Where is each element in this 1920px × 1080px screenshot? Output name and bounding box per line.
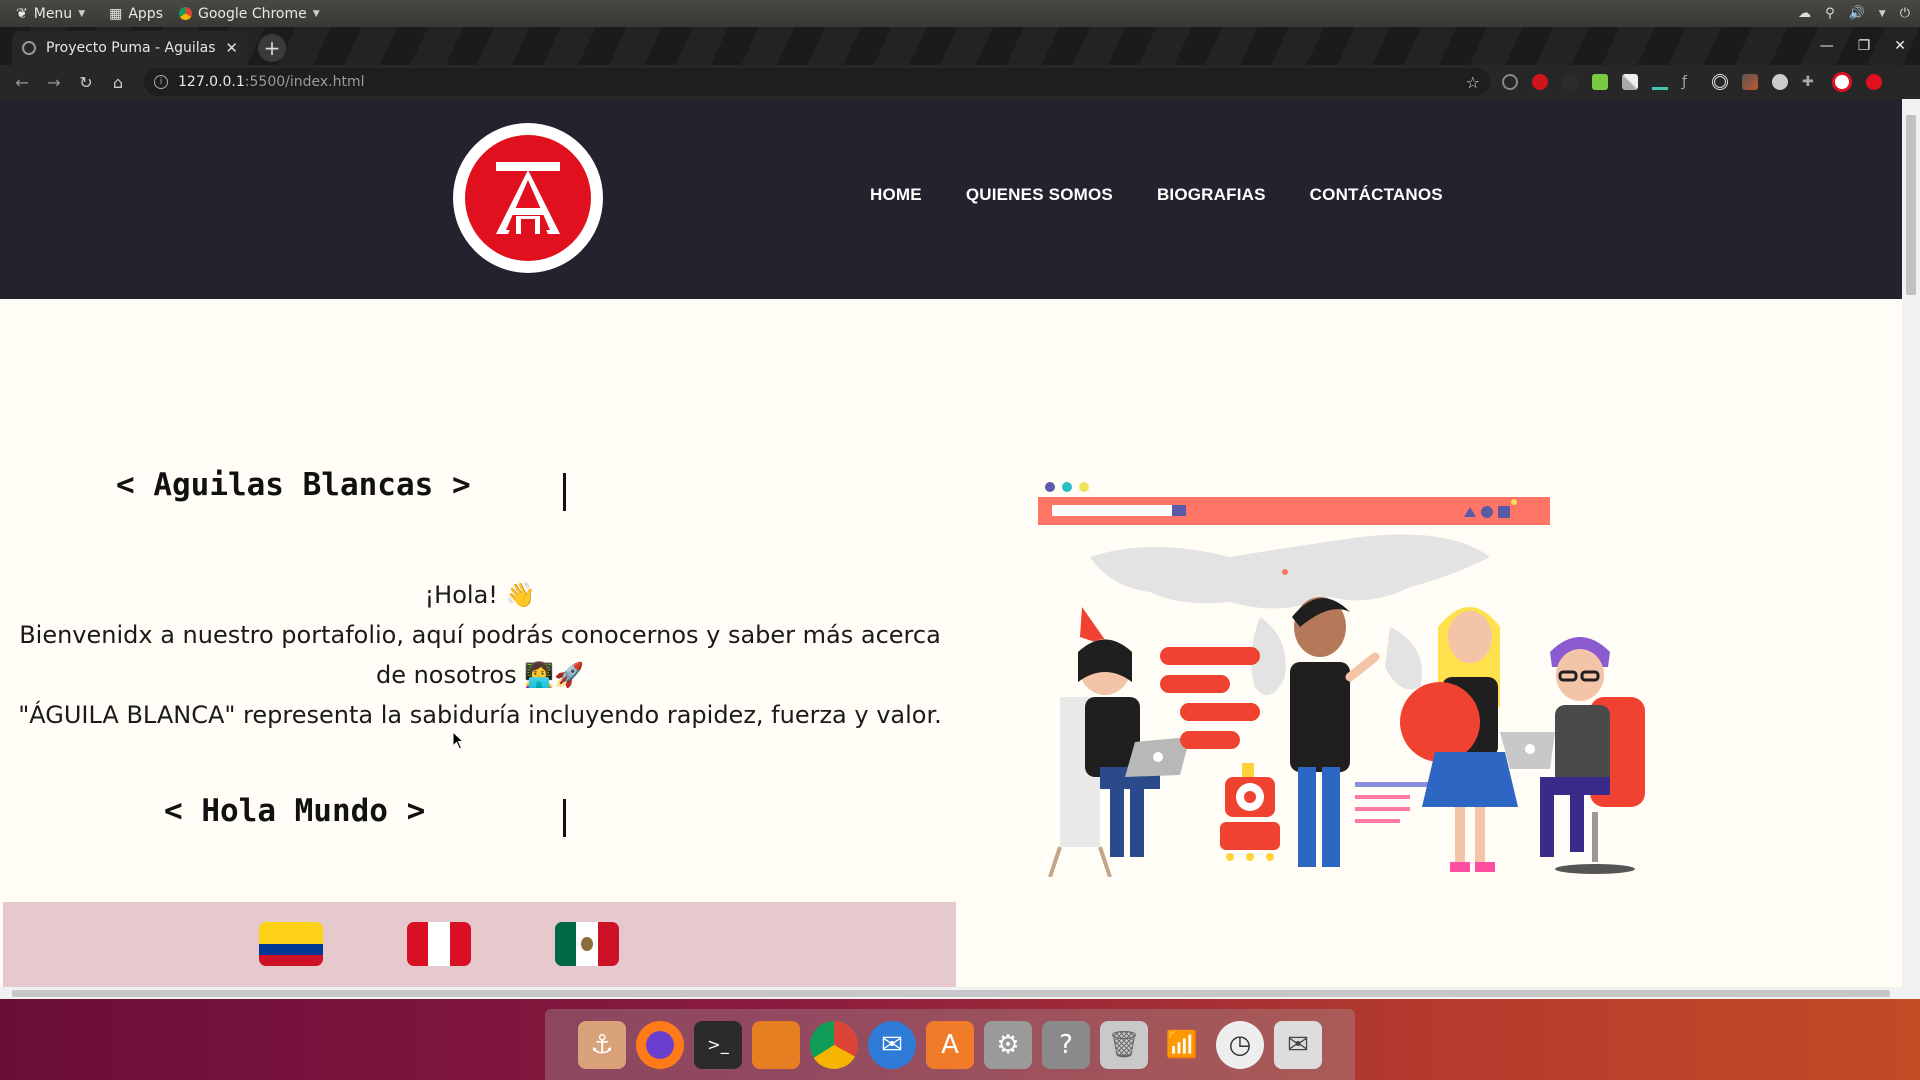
vertical-scrollbar[interactable] [1902,99,1920,999]
menu-icon: ❦ [16,5,28,22]
extension-icon[interactable] [1592,74,1608,90]
home-icon[interactable]: ⌂ [102,73,134,92]
target-icon[interactable] [1712,74,1728,90]
extensions-bar: ƒ ✚ [1502,72,1882,92]
motto-text: "ÁGUILA BLANCA" representa la sabiduría … [18,701,942,729]
mail-icon[interactable]: ✉ [1274,1020,1322,1069]
profile-avatar[interactable] [1832,72,1852,92]
horizontal-scrollbar[interactable] [0,987,1902,999]
welcome-text: Bienvenidx a nuestro portafolio, aquí po… [19,621,941,689]
apps-grid-icon: ▦ [109,5,123,22]
puzzle-icon[interactable]: ✚ [1802,74,1818,90]
typing-cursor [563,473,566,511]
dock: ⚓ >_ ✉ A ⚙ ? 🗑 📶 ◷ ✉ [545,1009,1355,1080]
url-host: 127.0.0.1 [178,74,245,90]
globe-icon [22,41,36,55]
vertical-scroll-thumb[interactable] [1906,115,1916,295]
back-icon[interactable]: ← [6,73,38,92]
window-controls: — ❐ ✕ [1820,38,1920,54]
chevron-down-icon: ▼ [312,8,320,19]
typing-cursor [563,799,566,837]
chevron-down-icon: ▼ [78,8,86,19]
tab-title: Proyecto Puma - Aguilas B [46,40,216,56]
clock-icon[interactable]: ◷ [1216,1020,1264,1069]
anchor-icon[interactable]: ⚓ [578,1020,626,1069]
heading-aguilas-blancas: < Aguilas Blancas > [116,467,471,503]
greeting-text: ¡Hola! 👋 [424,581,536,609]
help-icon[interactable]: ? [1042,1020,1090,1069]
pen-icon[interactable] [1622,74,1638,90]
chevron-down-icon[interactable]: ▼ [1879,9,1886,19]
colombia-flag[interactable] [259,922,323,966]
site-logo[interactable] [453,123,603,273]
os-apps[interactable]: ▦ Apps [103,0,169,27]
trash-icon[interactable]: 🗑 [1100,1020,1148,1069]
logo-emblem [465,135,591,261]
new-tab-button[interactable]: + [258,34,286,62]
os-menu[interactable]: ❦ Menu ▼ [0,0,91,27]
network-icon[interactable]: ⚲ [1825,6,1835,21]
terminal-icon[interactable]: >_ [694,1020,742,1069]
cloud-icon[interactable]: ☁ [1798,6,1811,21]
os-active-app[interactable]: Google Chrome ▼ [173,0,326,27]
extension-icon[interactable] [1742,74,1758,90]
intro-text: ¡Hola! 👋 Bienvenidx a nuestro portafolio… [0,575,960,735]
extension-icon[interactable] [1562,74,1578,90]
nav-contactanos[interactable]: CONTÁCTANOS [1310,185,1443,205]
volume-icon[interactable]: 🔊 [1849,6,1865,21]
os-apps-label: Apps [128,5,163,22]
forward-icon[interactable]: → [38,73,70,92]
heading-hola-mundo: < Hola Mundo > [164,793,426,829]
extension-icon[interactable] [1772,74,1788,90]
extension-icon[interactable] [1502,74,1518,90]
horizontal-scroll-thumb[interactable] [12,990,1890,997]
browser-tab-strip: Proyecto Puma - Aguilas B ✕ + — ❐ ✕ [0,27,1920,65]
os-active-app-label: Google Chrome [198,5,307,22]
reload-icon[interactable]: ↻ [70,73,102,92]
peru-flag[interactable] [407,922,471,966]
url-path: :5500/index.html [244,74,365,90]
mexico-flag[interactable] [555,922,619,966]
os-menu-label: Menu [33,5,73,22]
site-nav: HOME QUIENES SOMOS BIOGRAFIAS CONTÁCTANO… [870,185,1443,205]
letter-a-logo-icon [496,162,560,234]
minimize-icon[interactable]: — [1820,38,1834,54]
firefox-icon[interactable] [636,1020,684,1069]
team-illustration [1038,482,1645,877]
formula-icon[interactable]: ƒ [1682,74,1698,90]
desktop-background: ⚓ >_ ✉ A ⚙ ? 🗑 📶 ◷ ✉ [0,999,1920,1080]
page-viewport: HOME QUIENES SOMOS BIOGRAFIAS CONTÁCTANO… [0,99,1920,999]
extension-icon[interactable] [1866,74,1882,90]
nav-quienes-somos[interactable]: QUIENES SOMOS [966,185,1113,205]
chrome-icon[interactable] [810,1020,858,1069]
extension-icon[interactable] [1652,74,1668,90]
close-window-icon[interactable]: ✕ [1894,38,1906,54]
info-icon[interactable]: i [154,75,168,89]
browser-tab[interactable]: Proyecto Puma - Aguilas B ✕ [12,31,248,65]
thunderbird-icon[interactable]: ✉ [868,1020,916,1069]
power-icon[interactable]: ⏻ [1900,6,1910,21]
os-top-panel: ❦ Menu ▼ ▦ Apps Google Chrome ▼ ☁ ⚲ 🔊 ▼ … [0,0,1920,27]
url-text: 127.0.0.1:5500/index.html [178,74,365,90]
close-icon[interactable]: ✕ [225,39,238,57]
chrome-icon [179,7,192,20]
flags-bar [3,902,956,987]
address-bar[interactable]: i 127.0.0.1:5500/index.html ☆ [144,68,1490,96]
os-tray: ☁ ⚲ 🔊 ▼ ⏻ [1798,6,1920,21]
bookmark-star-icon[interactable]: ☆ [1466,73,1480,92]
wifi-icon[interactable]: 📶 [1158,1021,1206,1069]
settings-icon[interactable]: ⚙ [984,1020,1032,1069]
mouse-cursor-icon [452,731,465,750]
adblock-icon[interactable] [1532,74,1548,90]
files-icon[interactable] [752,1020,800,1069]
restore-icon[interactable]: ❐ [1858,38,1871,54]
eagle-emblem-icon [581,937,593,951]
software-center-icon[interactable]: A [926,1020,974,1069]
nav-home[interactable]: HOME [870,185,922,205]
nav-biografias[interactable]: BIOGRAFIAS [1157,185,1266,205]
browser-toolbar: ← → ↻ ⌂ i 127.0.0.1:5500/index.html ☆ ƒ … [0,65,1920,99]
site-header: HOME QUIENES SOMOS BIOGRAFIAS CONTÁCTANO… [0,99,1902,299]
